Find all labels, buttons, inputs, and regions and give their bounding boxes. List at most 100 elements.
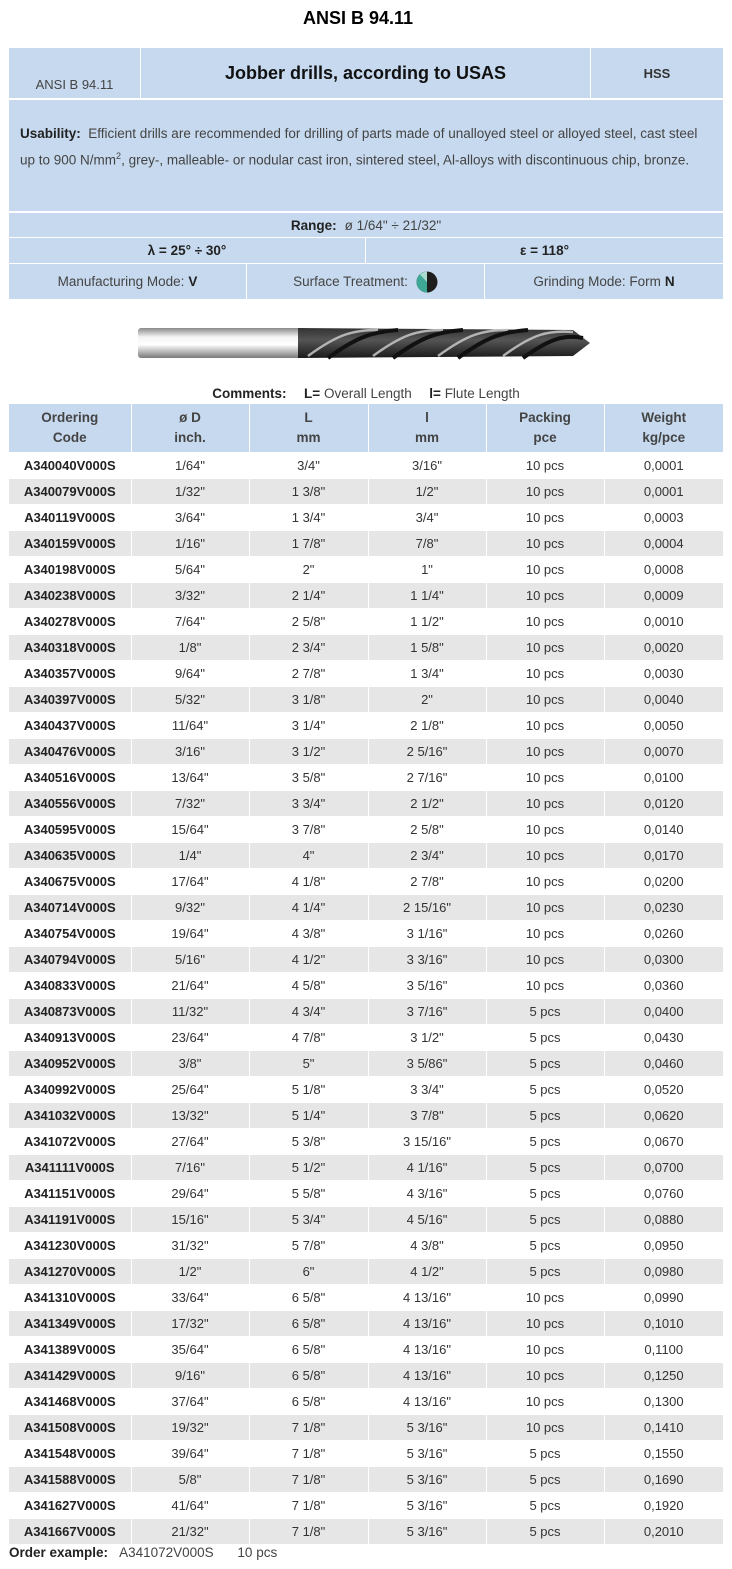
cell-packing: 5 pcs — [486, 1153, 605, 1180]
cell-overall-length: 4 1/8" — [249, 867, 369, 894]
header-flute-length-line: l — [425, 409, 429, 425]
cell-overall-length: 2 5/8" — [249, 607, 369, 634]
cell-ordering-code: A340357V000S — [9, 659, 132, 686]
cell-flute-length: 4 13/16" — [368, 1387, 487, 1414]
table-row: A340635V000S 1/4" 4" 2 3/4" 10 pcs 0,0170 — [9, 841, 723, 868]
cell-weight: 0,0170 — [604, 841, 723, 868]
cell-diameter: 39/64" — [131, 1439, 250, 1466]
cell-overall-length: 3 3/4" — [249, 789, 369, 816]
cell-weight: 0,0360 — [604, 971, 723, 998]
table-row: A340119V000S 3/64" 1 3/4" 3/4" 10 pcs 0,0003 — [9, 503, 723, 530]
cell-overall-length: 3 1/2" — [249, 737, 369, 764]
cell-ordering-code: A340952V000S — [9, 1049, 132, 1076]
cell-weight: 0,0670 — [604, 1127, 723, 1154]
header-weight-line: kg/pce — [642, 429, 686, 445]
table-row: A340714V000S 9/32" 4 1/4" 2 15/16" 10 pcs 0,0… — [9, 893, 723, 920]
table-row: A340952V000S 3/8" 5" 3 5/86" 5 pcs 0,0460 — [9, 1049, 723, 1076]
table-row: A340397V000S 5/32" 3 1/8" 2" 10 pcs 0,0040 — [9, 685, 723, 712]
cell-weight: 0,0140 — [604, 815, 723, 842]
cell-overall-length: 7 1/8" — [249, 1439, 369, 1466]
cell-packing: 10 pcs — [486, 503, 605, 530]
cell-weight: 0,0050 — [604, 711, 723, 738]
cell-overall-length: 5 1/2" — [249, 1153, 369, 1180]
cell-ordering-code: A341032V000S — [9, 1101, 132, 1128]
cell-ordering-code: A340159V000S — [9, 529, 132, 556]
cell-ordering-code: A341508V000S — [9, 1413, 132, 1440]
table-row: A341429V000S 9/16" 6 5/8" 4 13/16" 10 pcs 0,1… — [9, 1361, 723, 1388]
header-overall-length: Lmm — [249, 404, 369, 452]
table-row: A341468V000S 37/64" 6 5/8" 4 13/16" 10 pcs 0,… — [9, 1387, 723, 1414]
cell-weight: 0,0120 — [604, 789, 723, 816]
cell-flute-length: 3 3/4" — [368, 1075, 487, 1102]
cell-overall-length: 4" — [249, 841, 369, 868]
cell-ordering-code: A340595V000S — [9, 815, 132, 842]
cell-packing: 10 pcs — [486, 841, 605, 868]
cell-ordering-code: A341548V000S — [9, 1439, 132, 1466]
cell-packing: 5 pcs — [486, 1049, 605, 1076]
cell-packing: 10 pcs — [486, 919, 605, 946]
cell-diameter: 1/8" — [131, 633, 250, 660]
cell-packing: 10 pcs — [486, 1335, 605, 1362]
surface-treatment-icon — [416, 271, 438, 292]
table-row: A341230V000S 31/32" 5 7/8" 4 3/8" 5 pcs 0,095… — [9, 1231, 723, 1258]
header-overall-length-line: L — [304, 409, 313, 425]
table-row: A340318V000S 1/8" 2 3/4" 1 5/8" 10 pcs 0,0020 — [9, 633, 723, 660]
cell-diameter: 9/64" — [131, 659, 250, 686]
cell-overall-length: 5 5/8" — [249, 1179, 369, 1206]
table-row: A341548V000S 39/64" 7 1/8" 5 3/16" 5 pcs 0,15… — [9, 1439, 723, 1466]
table-row: A340595V000S 15/64" 3 7/8" 2 5/8" 10 pcs 0,01… — [9, 815, 723, 842]
range-value: ø 1/64" ÷ 21/32" — [344, 217, 442, 233]
cell-flute-length: 3 5/16" — [368, 971, 487, 998]
table-row: A340833V000S 21/64" 4 5/8" 3 5/16" 10 pcs 0,0… — [9, 971, 723, 998]
cell-overall-length: 7 1/8" — [249, 1517, 369, 1544]
manufacturing-mode: Manufacturing Mode: V — [9, 264, 247, 299]
cell-weight: 0,1920 — [604, 1491, 723, 1518]
cell-flute-length: 3 1/16" — [368, 919, 487, 946]
usability-block: Usability: Efficient drills are recommen… — [9, 100, 723, 211]
cell-diameter: 13/64" — [131, 763, 250, 790]
cell-ordering-code: A341072V000S — [9, 1127, 132, 1154]
cell-packing: 10 pcs — [486, 659, 605, 686]
cell-packing: 10 pcs — [486, 763, 605, 790]
cell-packing: 5 pcs — [486, 1075, 605, 1102]
header-weight-line: Weight — [641, 409, 687, 425]
cell-flute-length: 4 1/16" — [368, 1153, 487, 1180]
table-row: A340079V000S 1/32" 1 3/8" 1/2" 10 pcs 0,0001 — [9, 477, 723, 504]
table-row: A340913V000S 23/64" 4 7/8" 3 1/2" 5 pcs 0,043… — [9, 1023, 723, 1050]
cell-weight: 0,0020 — [604, 633, 723, 660]
cell-overall-length: 1 3/4" — [249, 503, 369, 530]
cell-weight: 0,1300 — [604, 1387, 723, 1414]
cell-overall-length: 6 5/8" — [249, 1283, 369, 1310]
usability-text-b: , grey-, malleable- or nodular cast iron… — [121, 152, 690, 168]
cell-packing: 10 pcs — [486, 1283, 605, 1310]
table-row: A340040V000S 1/64" 3/4" 3/16" 10 pcs 0,0001 — [9, 451, 723, 478]
table-row: A341508V000S 19/32" 7 1/8" 5 3/16" 10 pcs 0,1… — [9, 1413, 723, 1440]
table-row: A340437V000S 11/64" 3 1/4" 2 1/8" 10 pcs 0,00… — [9, 711, 723, 738]
cell-weight: 0,0980 — [604, 1257, 723, 1284]
cell-packing: 10 pcs — [486, 555, 605, 582]
cell-overall-length: 6" — [249, 1257, 369, 1284]
cell-flute-length: 2 1/8" — [368, 711, 487, 738]
cell-diameter: 3/64" — [131, 503, 250, 530]
cell-flute-length: 2 7/8" — [368, 867, 487, 894]
cell-overall-length: 5" — [249, 1049, 369, 1076]
lambda-value: λ = 25° ÷ 30° — [9, 238, 366, 263]
cell-flute-length: 5 3/16" — [368, 1439, 487, 1466]
standard-cell: ANSI B 94.11 — [9, 48, 141, 98]
cell-weight: 0,0620 — [604, 1101, 723, 1128]
cell-diameter: 37/64" — [131, 1387, 250, 1414]
angles-row: λ = 25° ÷ 30° ε = 118° — [9, 238, 723, 263]
cell-overall-length: 4 3/4" — [249, 997, 369, 1024]
cell-flute-length: 3 1/2" — [368, 1023, 487, 1050]
table-row: A340516V000S 13/64" 3 5/8" 2 7/16" 10 pcs 0,0… — [9, 763, 723, 790]
cell-ordering-code: A340873V000S — [9, 997, 132, 1024]
cell-diameter: 5/8" — [131, 1465, 250, 1492]
cell-ordering-code: A340675V000S — [9, 867, 132, 894]
cell-flute-length: 1 1/4" — [368, 581, 487, 608]
cell-diameter: 29/64" — [131, 1179, 250, 1206]
cell-flute-length: 2 3/4" — [368, 841, 487, 868]
cell-weight: 0,0010 — [604, 607, 723, 634]
cell-diameter: 1/2" — [131, 1257, 250, 1284]
cell-flute-length: 3 5/86" — [368, 1049, 487, 1076]
cell-ordering-code: A340397V000S — [9, 685, 132, 712]
